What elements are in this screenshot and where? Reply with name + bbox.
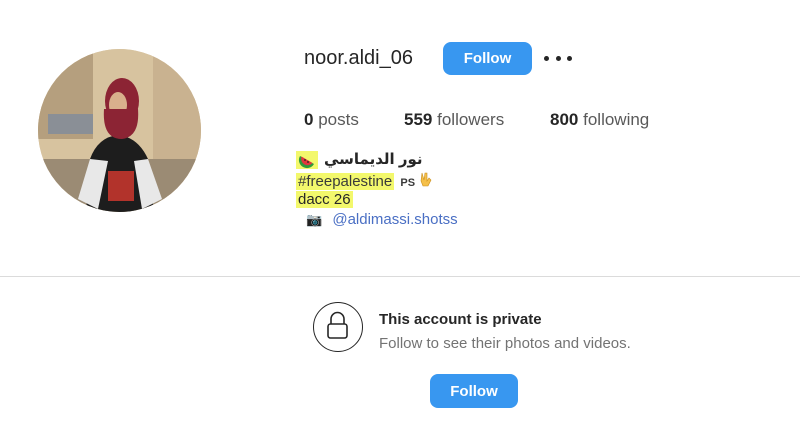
dot bbox=[544, 55, 549, 61]
following-stat[interactable]: 800 following bbox=[550, 110, 649, 130]
posts-label: posts bbox=[318, 110, 359, 129]
follow-button[interactable]: Follow bbox=[443, 42, 532, 75]
lock-icon bbox=[313, 302, 363, 352]
dot bbox=[555, 55, 561, 61]
avatar[interactable] bbox=[38, 49, 201, 212]
camera-icon: 📷 bbox=[306, 212, 323, 227]
hashtag-line: #freepalestine PS bbox=[296, 172, 433, 193]
private-subtitle: Follow to see their photos and videos. bbox=[379, 335, 631, 352]
followers-stat[interactable]: 559 followers bbox=[404, 110, 504, 130]
following-label: following bbox=[583, 110, 650, 129]
dot bbox=[567, 55, 572, 61]
follow-button-bottom[interactable]: Follow bbox=[430, 374, 518, 408]
display-name-line: نور الديماسي bbox=[296, 151, 446, 170]
ellipsis-icon[interactable] bbox=[544, 47, 572, 69]
private-title: This account is private bbox=[379, 311, 542, 328]
flag-text: PS bbox=[400, 177, 416, 190]
bio-text: dacc 26 bbox=[296, 191, 353, 208]
followers-label: followers bbox=[437, 110, 505, 129]
bio-line3: dacc 26 bbox=[296, 191, 353, 209]
profile-photo bbox=[38, 49, 201, 212]
posts-count: 0 bbox=[304, 110, 314, 129]
profile-link[interactable]: @aldimassi.shotss bbox=[332, 211, 457, 228]
username: noor.aldi_06 bbox=[304, 47, 413, 69]
divider bbox=[0, 276, 800, 277]
watermelon-icon bbox=[296, 151, 318, 170]
bio-link-line: 📷 @aldimassi.shotss bbox=[306, 211, 458, 229]
posts-stat: 0 posts bbox=[304, 110, 359, 130]
victory-hand-icon bbox=[419, 172, 433, 193]
hashtag[interactable]: #freepalestine bbox=[296, 173, 395, 191]
following-count: 800 bbox=[550, 110, 579, 129]
followers-count: 559 bbox=[404, 110, 433, 129]
display-name: نور الديماسي bbox=[324, 151, 423, 168]
